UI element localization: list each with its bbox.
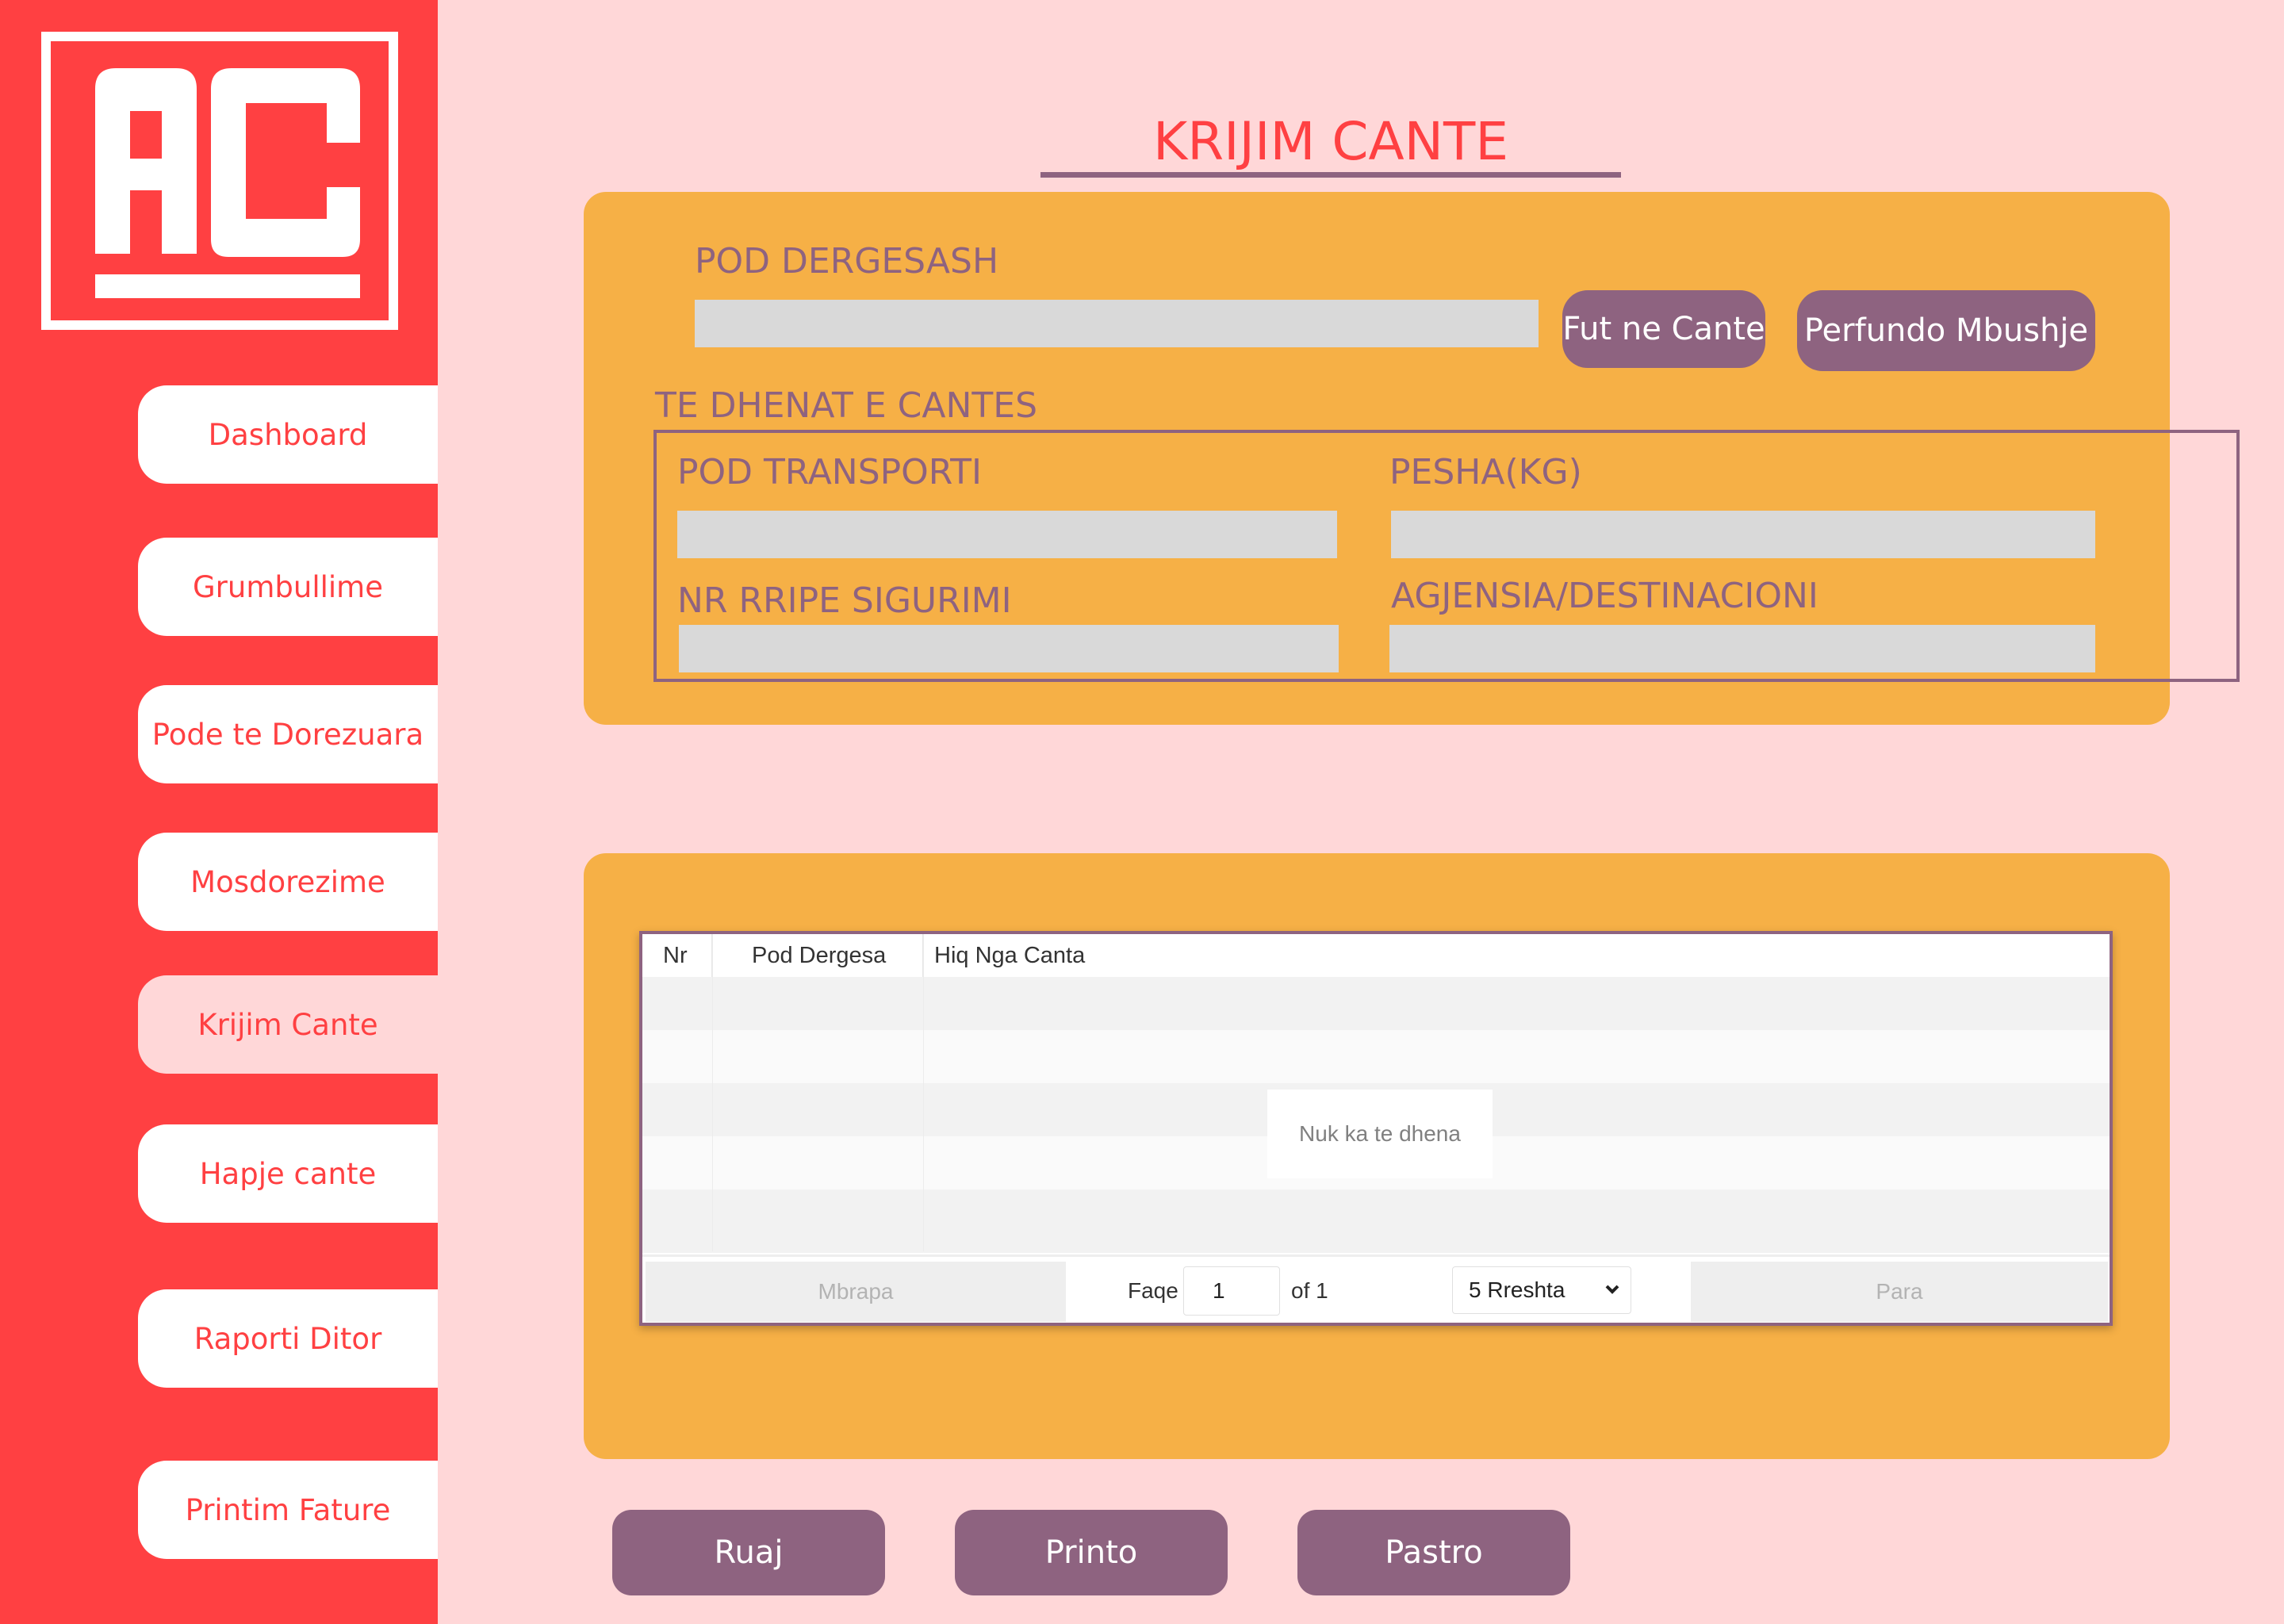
table-header: Nr Pod Dergesa Hiq Nga Canta — [642, 934, 2110, 979]
page-count-label: of 1 — [1291, 1278, 1328, 1303]
column-header-hiq-nga-canta[interactable]: Hiq Nga Canta — [923, 934, 1161, 977]
agjensia-destinacioni-input[interactable] — [1389, 625, 2095, 672]
no-data-message: Nuk ka te dhena — [1267, 1090, 1493, 1178]
sidebar-item-hapje-cante[interactable]: Hapje cante — [138, 1124, 438, 1223]
sidebar-item-label: Dashboard — [208, 417, 368, 452]
sidebar-item-label: Hapje cante — [199, 1156, 377, 1191]
data-table: Nr Pod Dergesa Hiq Nga Canta Nuk ka te d… — [639, 931, 2113, 1326]
pod-dergesash-input[interactable] — [695, 300, 1539, 347]
table-row — [642, 1189, 2110, 1253]
perfundo-mbushje-button[interactable]: Perfundo Mbushje — [1797, 290, 2095, 371]
page-label: Faqe — [1128, 1278, 1178, 1303]
sidebar-item-label: Printim Fature — [185, 1492, 391, 1527]
nr-rripe-sigurimi-input[interactable] — [679, 625, 1339, 672]
save-button[interactable]: Ruaj — [612, 1510, 885, 1595]
pagination-bar: Mbrapa Faqe of 1 5 Rreshta Para — [642, 1254, 2110, 1323]
pesha-label: PESHA(KG) — [1389, 452, 1582, 492]
clear-button[interactable]: Pastro — [1297, 1510, 1570, 1595]
next-page-button[interactable]: Para — [1691, 1262, 2108, 1322]
sidebar-item-dashboard[interactable]: Dashboard — [138, 385, 438, 484]
column-header-nr[interactable]: Nr — [642, 934, 712, 977]
column-header-pod-dergesa[interactable]: Pod Dergesa — [712, 934, 923, 977]
page-number-input[interactable] — [1183, 1266, 1280, 1316]
table-row — [642, 977, 2110, 1030]
table-row — [642, 1030, 2110, 1083]
sidebar-item-label: Grumbullime — [193, 569, 383, 604]
sidebar-item-label: Raporti Ditor — [194, 1321, 382, 1356]
chevron-down-icon — [1605, 1285, 1619, 1294]
sidebar-item-grumbullime[interactable]: Grumbullime — [138, 538, 438, 636]
sidebar-item-krijim-cante[interactable]: Krijim Cante — [138, 975, 438, 1074]
print-button[interactable]: Printo — [955, 1510, 1228, 1595]
rows-per-page-select[interactable]: 5 Rreshta — [1452, 1266, 1631, 1314]
pod-dergesash-label: POD DERGESASH — [695, 241, 999, 282]
sidebar: Dashboard Grumbullime Pode te Dorezuara … — [0, 0, 438, 1624]
sidebar-item-label: Krijim Cante — [197, 1007, 378, 1042]
sidebar-item-mosdorezime[interactable]: Mosdorezime — [138, 833, 438, 931]
column-divider — [923, 934, 924, 1251]
section-title-te-dhenat: TE DHENAT E CANTES — [655, 385, 1038, 426]
nr-rripe-sigurimi-label: NR RRIPE SIGURIMI — [677, 580, 1012, 621]
pod-transporti-input[interactable] — [677, 511, 1337, 558]
title-underline — [1040, 172, 1621, 178]
sidebar-item-label: Mosdorezime — [190, 864, 385, 899]
rows-per-page-value: 5 Rreshta — [1469, 1277, 1565, 1302]
previous-page-button[interactable]: Mbrapa — [646, 1262, 1066, 1322]
fut-ne-cante-button[interactable]: Fut ne Cante — [1562, 290, 1765, 368]
sidebar-item-raporti-ditor[interactable]: Raporti Ditor — [138, 1289, 438, 1388]
column-divider — [712, 934, 713, 1251]
ac-logo — [41, 32, 398, 330]
agjensia-destinacioni-label: AGJENSIA/DESTINACIONI — [1391, 576, 1818, 616]
sidebar-item-printim-fature[interactable]: Printim Fature — [138, 1461, 438, 1559]
pesha-input[interactable] — [1391, 511, 2095, 558]
sidebar-item-pode-te-dorezuara[interactable]: Pode te Dorezuara — [138, 685, 438, 783]
page-title: KRIJIM CANTE — [1152, 111, 1509, 172]
pod-transporti-label: POD TRANSPORTI — [677, 452, 983, 492]
sidebar-item-label: Pode te Dorezuara — [151, 717, 424, 752]
